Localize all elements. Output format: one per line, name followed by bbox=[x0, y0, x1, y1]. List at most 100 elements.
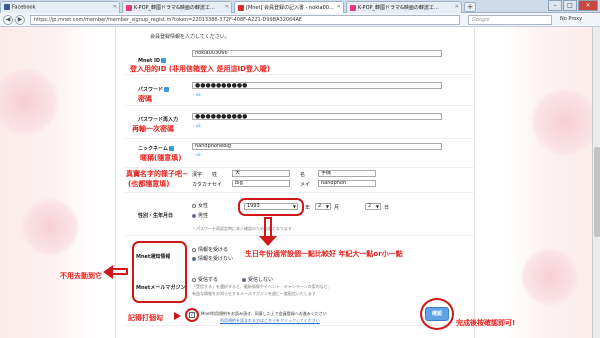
option-label: 受信する bbox=[198, 277, 219, 283]
birth-annotation: 生日年份通常設個一點比較好 年紀大一點or小一點 bbox=[245, 250, 403, 258]
mnet-id-annotation: 登入用的ID (非用信箱登入 是用這ID登入喔) bbox=[130, 65, 271, 73]
address-bar[interactable]: https://jp.mnet.com/member/member_signup… bbox=[30, 15, 460, 25]
terms-link[interactable]: 利用規約を読まれる方はこちらをクリックしてください bbox=[220, 318, 320, 324]
flower-decoration bbox=[0, 67, 60, 137]
option-label: 情報を受けない bbox=[198, 256, 234, 262]
form-instruction: 会員登録情報を入力してください。 bbox=[150, 34, 230, 40]
scrollbar-thumb[interactable] bbox=[594, 147, 600, 237]
sei-label: 姓 bbox=[212, 172, 218, 178]
mail-no-option[interactable]: 情報を受けない bbox=[192, 255, 233, 262]
name-annotation-2: (也都隨意填) bbox=[128, 180, 170, 188]
browser-tab-kpop[interactable]: K-POP_韓國ドラマ&映画の韓流エ... ✕ bbox=[122, 1, 232, 13]
tab-label: Facebook bbox=[12, 4, 36, 11]
nickname-field[interactable]: handphonebig bbox=[192, 143, 442, 150]
confirm-annotation: 完成後按確認即可! bbox=[456, 319, 516, 327]
flower-decoration bbox=[530, 87, 600, 157]
browser-tab-kpop-2[interactable]: K-POP_韓國ドラマ&映画の韓流エ... ✕ bbox=[346, 1, 462, 13]
kpop-site-icon bbox=[126, 4, 132, 11]
help-icon[interactable] bbox=[168, 146, 174, 151]
mei-label: 名 bbox=[300, 172, 306, 178]
scrollbar[interactable] bbox=[592, 27, 600, 338]
option-label: 男性 bbox=[198, 213, 209, 219]
flower-decoration bbox=[20, 197, 80, 257]
gender-male-option[interactable]: 男性 bbox=[192, 212, 208, 219]
left-arrow-icon bbox=[103, 265, 113, 279]
birth-label: 性別・生年月日 bbox=[138, 213, 174, 219]
tab-label: K-POP_韓國ドラマ&映画の韓流エ... bbox=[134, 5, 215, 11]
close-tab-icon[interactable]: ✕ bbox=[455, 4, 459, 10]
sei-field[interactable]: 大 bbox=[232, 170, 290, 177]
close-tab-icon[interactable]: ✕ bbox=[225, 4, 229, 10]
gender-female-option[interactable]: 女性 bbox=[192, 202, 208, 209]
maximize-button[interactable]: □ bbox=[563, 0, 577, 11]
year-unit: 年 bbox=[305, 205, 311, 211]
close-window-button[interactable]: ✕ bbox=[578, 0, 598, 11]
new-tab-button[interactable]: + bbox=[464, 2, 476, 12]
radio-icon[interactable] bbox=[192, 203, 196, 208]
radio-icon[interactable] bbox=[242, 277, 246, 282]
left-arrow-shaft bbox=[112, 268, 128, 275]
row-password-confirm bbox=[125, 107, 475, 139]
tab-label: [Mnet] 会員登録の記入書 - nokia00... bbox=[246, 5, 334, 11]
kpop-site-icon bbox=[350, 4, 356, 11]
help-icon[interactable] bbox=[161, 58, 167, 63]
kanji-label: 漢字 bbox=[192, 172, 203, 178]
select-value: 1993 bbox=[247, 203, 260, 209]
magazine-desc-1: 「受信する」を選択すると、最新情報やイベント・キャンペーンの案内など、 bbox=[192, 284, 332, 289]
browser-tab-mnet-signup[interactable]: [Mnet] 会員登録の記入書 - nokia00... ✕ bbox=[234, 1, 344, 13]
terms-checkbox[interactable]: ✓ bbox=[189, 312, 195, 318]
password-confirm-label: パスワード再入力 bbox=[138, 117, 179, 123]
mei-kana-field[interactable]: handphon bbox=[318, 180, 376, 187]
search-input[interactable]: Google bbox=[468, 15, 552, 25]
month-unit: 月 bbox=[334, 205, 340, 211]
mnet-site-icon bbox=[238, 4, 244, 11]
minimize-button[interactable]: – bbox=[548, 0, 562, 11]
confirm-button[interactable]: 確認 bbox=[425, 307, 449, 321]
chevron-down-icon: ▼ bbox=[325, 204, 329, 209]
nickname-label: ニックネーム bbox=[138, 145, 174, 152]
tab-label: K-POP_韓國ドラマ&映画の韓流エ... bbox=[358, 5, 439, 11]
option-label: 女性 bbox=[198, 203, 209, 209]
month-select[interactable]: 2 ▼ bbox=[315, 203, 331, 210]
close-tab-icon[interactable]: ✕ bbox=[337, 4, 341, 10]
password-confirm-field[interactable]: ●●●●●●●●●● bbox=[192, 113, 442, 120]
down-arrow-icon bbox=[259, 236, 277, 246]
facebook-icon bbox=[4, 4, 10, 10]
row-password bbox=[125, 76, 475, 106]
tab-bar: Facebook ✕ K-POP_韓國ドラマ&映画の韓流エ... ✕ [Mnet] … bbox=[0, 0, 600, 13]
radio-icon[interactable] bbox=[192, 247, 196, 252]
password-confirm-ok: ・ok bbox=[192, 123, 201, 128]
sei-kana-field[interactable]: big bbox=[232, 180, 290, 187]
help-icon[interactable] bbox=[164, 87, 170, 92]
year-select[interactable]: 1993 ▼ bbox=[244, 203, 298, 210]
checkbox-annotation: 記得打個勾 bbox=[128, 314, 163, 322]
mnet-id-field[interactable]: nokia003066 bbox=[192, 50, 442, 57]
radio-icon[interactable] bbox=[192, 256, 196, 261]
radio-icon[interactable] bbox=[192, 213, 196, 218]
katakana-label: カタカナ bbox=[192, 182, 213, 188]
password-confirm-annotation: 再輸一次密碼 bbox=[132, 125, 174, 133]
back-arrow-icon[interactable]: ◀ bbox=[3, 15, 13, 25]
nickname-ok: ・ok bbox=[192, 152, 201, 157]
mail-label: Mnet通知情報 bbox=[136, 254, 171, 260]
option-label: 受信しない bbox=[248, 277, 274, 283]
password-field[interactable]: ●●●●●●●●●● bbox=[192, 82, 442, 89]
magazine-receive-option[interactable]: 受信する bbox=[192, 276, 218, 283]
chevron-down-icon: ▼ bbox=[375, 204, 379, 209]
leave-alone-annotation: 不用去動到它 bbox=[60, 272, 102, 280]
mei-field[interactable]: 手機 bbox=[318, 170, 376, 177]
proxy-status[interactable]: No Proxy bbox=[560, 16, 582, 22]
radio-icon[interactable] bbox=[192, 277, 196, 282]
day-select[interactable]: 2 ▼ bbox=[365, 203, 381, 210]
navigation-bar: ◀ ▶ https://jp.mnet.com/member/member_si… bbox=[0, 13, 600, 27]
option-label: 情報を受ける bbox=[198, 247, 229, 253]
window-controls: – □ ✕ bbox=[547, 0, 598, 12]
forward-arrow-icon[interactable]: ▶ bbox=[15, 15, 25, 25]
mail-receive-option[interactable]: 情報を受ける bbox=[192, 246, 228, 253]
magazine-no-option[interactable]: 受信しない bbox=[242, 276, 273, 283]
flower-decoration bbox=[520, 247, 580, 307]
close-tab-icon[interactable]: ✕ bbox=[113, 4, 117, 10]
browser-tab-facebook[interactable]: Facebook ✕ bbox=[0, 1, 120, 13]
magazine-label: Mnetメールマガジン bbox=[136, 285, 186, 291]
down-arrow-shaft bbox=[264, 217, 272, 237]
